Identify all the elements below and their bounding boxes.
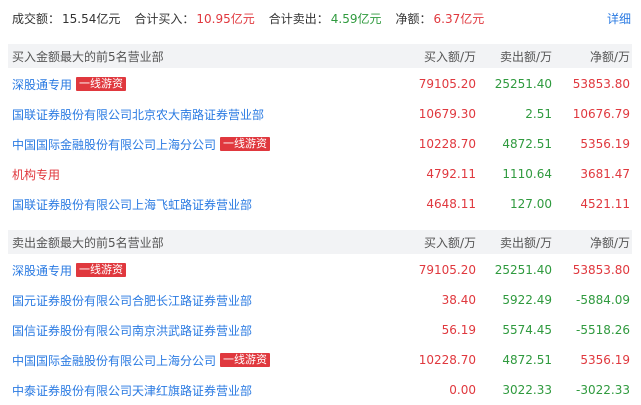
buy-amount: 56.19 [441, 323, 476, 337]
net-value: 6.37亿元 [433, 11, 485, 26]
broker-name: 深股通专用 [12, 77, 73, 92]
hot-money-badge: 一线游资 [220, 353, 271, 367]
broker-name: 中国国际金融股份有限公司上海分公司 [12, 137, 217, 152]
buy-section-title: 买入金额最大的前5名营业部 [12, 49, 164, 64]
sell-amount: 5922.49 [502, 293, 552, 307]
table-row: 国联证券股份有限公司北京农大南路证券营业部 10679.30 2.51 10676.7… [8, 99, 632, 129]
table-row: 中泰证券股份有限公司天津红旗路证券营业部 0.00 3022.33 -3022.33 [8, 375, 632, 405]
table-row: 机构专用 4792.11 1110.64 3681.47 [8, 159, 632, 189]
sell-section-header: 卖出金额最大的前5名营业部 买入额/万 卖出额/万 净额/万 [8, 230, 632, 254]
broker-name-link[interactable]: 国元证券股份有限公司合肥长江路证券营业部 [8, 292, 388, 309]
col-buy-amount: 买入额/万 [423, 235, 476, 250]
net-amount: -5884.09 [576, 293, 630, 307]
col-sell-amount: 卖出额/万 [499, 49, 552, 64]
broker-name: 中泰证券股份有限公司天津红旗路证券营业部 [12, 383, 253, 398]
sell-amount: 4872.51 [502, 137, 552, 151]
table-row: 深股通专用 一线游资 79105.20 25251.40 53853.80 [8, 255, 632, 285]
total-label: 成交额： [12, 11, 61, 26]
sell-amount: 127.00 [510, 197, 552, 211]
net-amount: 3681.47 [580, 167, 630, 181]
broker-name: 国信证券股份有限公司南京洪武路证券营业部 [12, 323, 253, 338]
hot-money-badge: 一线游资 [76, 263, 127, 277]
buy-amount: 79105.20 [418, 77, 476, 91]
net-amount: 5356.19 [580, 137, 630, 151]
total-value: 15.54亿元 [62, 11, 121, 26]
sell-amount: 25251.40 [494, 77, 552, 91]
broker-name-link[interactable]: 中泰证券股份有限公司天津红旗路证券营业部 [8, 382, 388, 399]
net-amount: -3022.33 [576, 383, 630, 397]
broker-name-link[interactable]: 深股通专用 一线游资 [8, 262, 388, 279]
broker-name-link[interactable]: 中国国际金融股份有限公司上海分公司 一线游资 [8, 352, 388, 369]
net-amount: 10676.79 [572, 107, 630, 121]
net-amount: 5356.19 [580, 353, 630, 367]
buy-amount: 79105.20 [418, 263, 476, 277]
broker-name-link[interactable]: 机构专用 [8, 166, 388, 183]
sell-amount: 2.51 [525, 107, 552, 121]
broker-name-link[interactable]: 深股通专用 一线游资 [8, 76, 388, 93]
buy-amount: 0.00 [449, 383, 476, 397]
hot-money-badge: 一线游资 [220, 137, 271, 151]
sell-amount: 25251.40 [494, 263, 552, 277]
net-label: 净额： [395, 11, 432, 26]
broker-name: 国元证券股份有限公司合肥长江路证券营业部 [12, 293, 253, 308]
table-row: 中国国际金融股份有限公司上海分公司 一线游资 10228.70 4872.51 5356… [8, 345, 632, 375]
buy-section-header: 买入金额最大的前5名营业部 买入额/万 卖出额/万 净额/万 [8, 44, 632, 68]
buy-amount: 4648.11 [426, 197, 476, 211]
col-net-amount: 净额/万 [589, 235, 630, 250]
buy-amount: 4792.11 [426, 167, 476, 181]
table-row: 国元证券股份有限公司合肥长江路证券营业部 38.40 5922.49 -5884.09 [8, 285, 632, 315]
broker-name-link[interactable]: 国信证券股份有限公司南京洪武路证券营业部 [8, 322, 388, 339]
broker-name-link[interactable]: 国联证券股份有限公司北京农大南路证券营业部 [8, 106, 388, 123]
buy-amount: 10228.70 [418, 137, 476, 151]
table-row: 中国国际金融股份有限公司上海分公司 一线游资 10228.70 4872.51 5356… [8, 129, 632, 159]
buy-amount: 10679.30 [418, 107, 476, 121]
broker-name: 国联证券股份有限公司上海飞虹路证券营业部 [12, 197, 253, 212]
table-row: 深股通专用 一线游资 79105.20 25251.40 53853.80 [8, 69, 632, 99]
net-amount: 53853.80 [572, 263, 630, 277]
sell-amount: 1110.64 [502, 167, 552, 181]
buy-total-value: 10.95亿元 [196, 11, 255, 26]
buy-amount: 38.40 [441, 293, 476, 307]
broker-name-link[interactable]: 国联证券股份有限公司上海飞虹路证券营业部 [8, 196, 388, 213]
hot-money-badge: 一线游资 [76, 77, 127, 91]
sell-section-title: 卖出金额最大的前5名营业部 [12, 235, 164, 250]
broker-name: 国联证券股份有限公司北京农大南路证券营业部 [12, 107, 265, 122]
sell-total-value: 4.59亿元 [330, 11, 382, 26]
col-net-amount: 净额/万 [589, 49, 630, 64]
net-amount: 4521.11 [580, 197, 630, 211]
sell-amount: 3022.33 [502, 383, 552, 397]
sell-total-label: 合计卖出： [268, 11, 329, 26]
col-buy-amount: 买入额/万 [423, 49, 476, 64]
summary-bar: 成交额： 15.54亿元 合计买入： 10.95亿元 合计卖出： 4.59亿元 … [0, 0, 641, 36]
sell-amount: 5574.45 [502, 323, 552, 337]
col-sell-amount: 卖出额/万 [499, 235, 552, 250]
net-amount: 53853.80 [572, 77, 630, 91]
broker-name: 机构专用 [12, 167, 61, 182]
net-amount: -5518.26 [576, 323, 630, 337]
sell-amount: 4872.51 [502, 353, 552, 367]
broker-name: 深股通专用 [12, 263, 73, 278]
table-row: 国联证券股份有限公司上海飞虹路证券营业部 4648.11 127.00 4521.11 [8, 189, 632, 219]
buy-amount: 10228.70 [418, 353, 476, 367]
broker-name-link[interactable]: 中国国际金融股份有限公司上海分公司 一线游资 [8, 136, 388, 153]
table-row: 国信证券股份有限公司南京洪武路证券营业部 56.19 5574.45 -5518.26 [8, 315, 632, 345]
buy-total-label: 合计买入： [134, 11, 195, 26]
detail-link[interactable]: 详细 [607, 10, 631, 27]
broker-name: 中国国际金融股份有限公司上海分公司 [12, 353, 217, 368]
